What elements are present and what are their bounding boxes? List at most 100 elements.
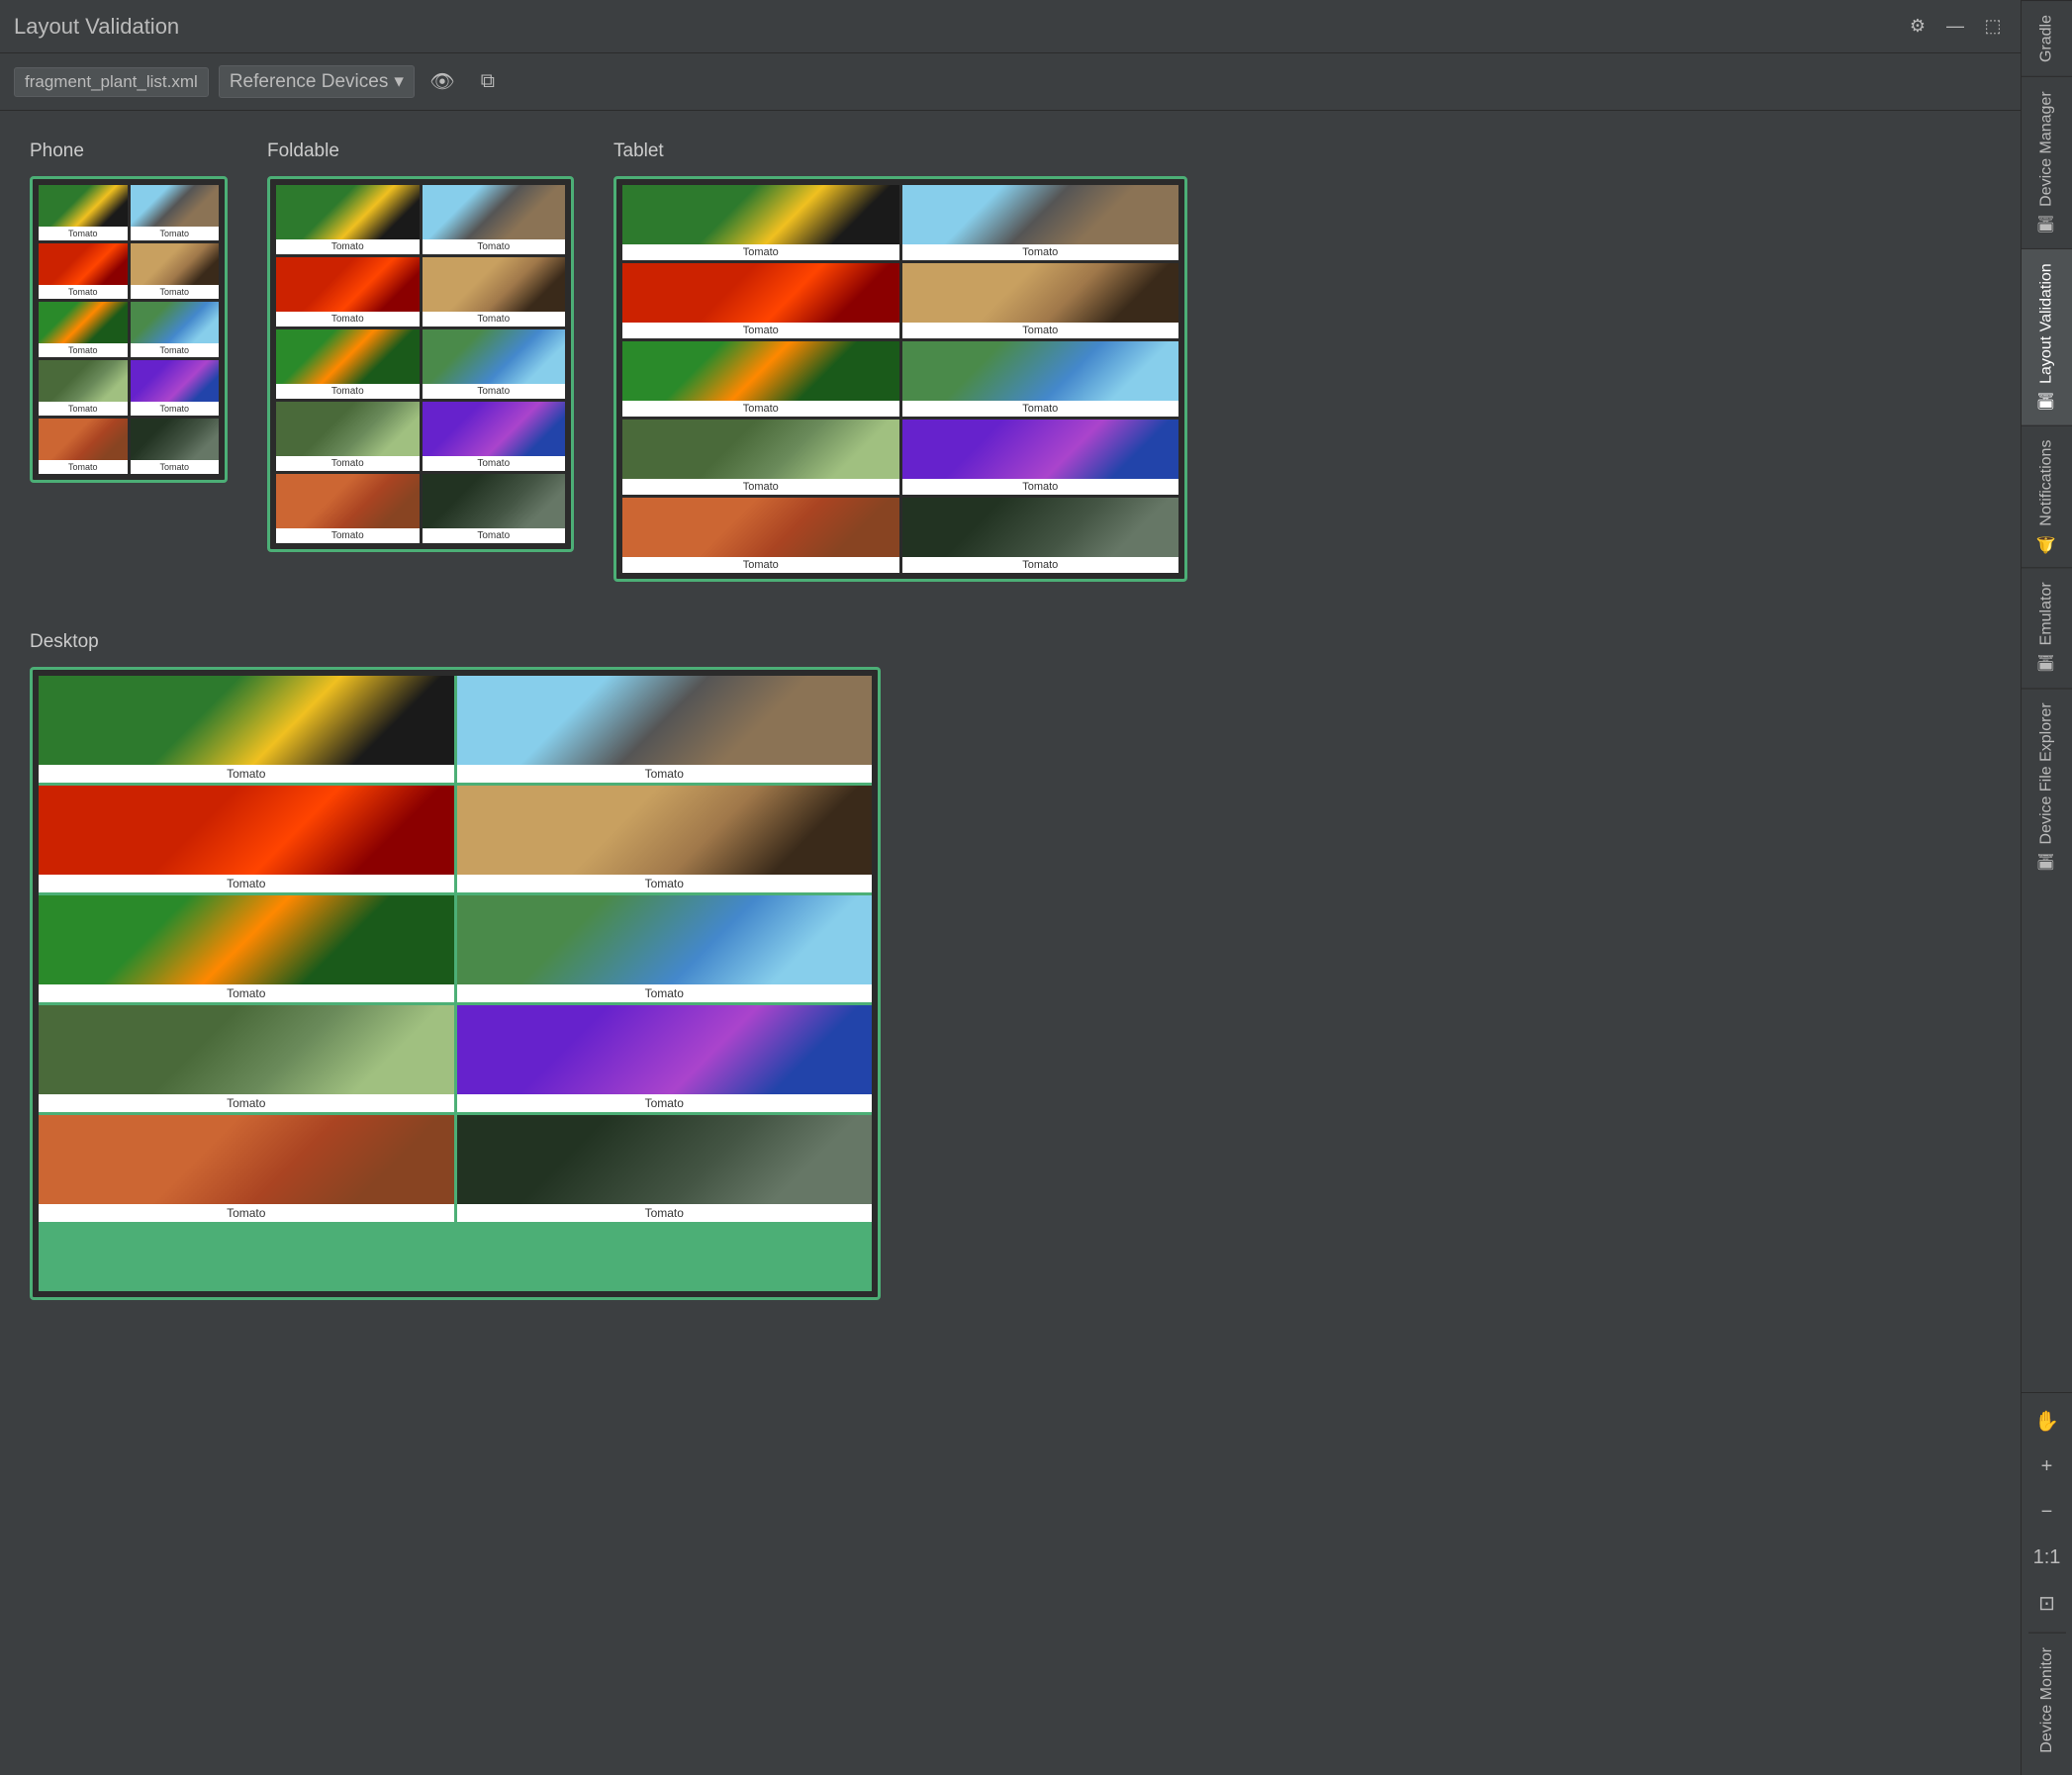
- plant-list-item: Tomato: [622, 498, 899, 573]
- zoom-out-btn[interactable]: −: [2027, 1492, 2067, 1532]
- plant-image: [131, 302, 220, 343]
- sidebar-tab-device-monitor[interactable]: Device Monitor: [2028, 1633, 2066, 1767]
- emulator-tab-label: Emulator: [2038, 582, 2056, 645]
- plant-list-item: Tomato: [902, 185, 1179, 260]
- hand-tool-btn[interactable]: ✋: [2027, 1401, 2067, 1441]
- plant-list-item: Tomato: [622, 185, 899, 260]
- plant-image: [131, 185, 220, 227]
- plant-list-item: Tomato: [622, 341, 899, 417]
- plant-name-label: Tomato: [39, 227, 128, 240]
- plant-name-label: Tomato: [457, 875, 873, 892]
- dropdown-chevron-icon: ▾: [394, 70, 404, 93]
- plant-image: [902, 420, 1179, 479]
- plant-list-item: Tomato: [131, 185, 220, 240]
- desktop-grid: TomatoTomatoTomatoTomatoTomatoTomatoToma…: [39, 676, 872, 1291]
- plant-image: [423, 185, 566, 239]
- plant-image: [423, 257, 566, 312]
- plant-name-label: Tomato: [276, 312, 420, 327]
- foldable-frame: TomatoTomatoTomatoTomatoTomatoTomatoToma…: [267, 176, 574, 552]
- plant-name-label: Tomato: [622, 557, 899, 573]
- plant-image: [622, 185, 899, 244]
- file-explorer-tab-label: Device File Explorer: [2038, 702, 2056, 844]
- plant-image: [423, 474, 566, 528]
- file-tab[interactable]: fragment_plant_list.xml: [14, 67, 209, 97]
- app-title: Layout Validation: [14, 14, 179, 40]
- zoom-in-btn[interactable]: +: [2027, 1447, 2067, 1486]
- phone-grid: TomatoTomatoTomatoTomatoTomatoTomatoToma…: [39, 185, 219, 474]
- plant-list-item: Tomato: [622, 263, 899, 338]
- plant-image: [902, 341, 1179, 401]
- plant-image: [39, 302, 128, 343]
- plant-image: [457, 1115, 873, 1204]
- plant-list-item: Tomato: [39, 1005, 454, 1112]
- layout-validation-tab-icon: 🖥: [2037, 391, 2056, 411]
- sidebar-tab-grade[interactable]: Gradle: [2022, 0, 2072, 76]
- plant-name-label: Tomato: [39, 875, 454, 892]
- plant-name-label: Tomato: [902, 401, 1179, 417]
- plant-image: [39, 676, 454, 765]
- title-bar-icons: ⚙ — ⬚: [1904, 13, 2007, 41]
- plant-list-item: Tomato: [39, 786, 454, 892]
- phone-frame: TomatoTomatoTomatoTomatoTomatoTomatoToma…: [30, 176, 228, 483]
- navigate-icon[interactable]: ⬚: [1979, 13, 2007, 41]
- plant-list-item: Tomato: [457, 1005, 873, 1112]
- preview-icon-btn[interactable]: 👁: [424, 64, 460, 100]
- bottom-tools: ✋ + − 1:1 ⊡ Device Monitor: [2022, 1392, 2072, 1775]
- plant-name-label: Tomato: [457, 984, 873, 1002]
- reference-devices-dropdown[interactable]: Reference Devices ▾: [219, 65, 415, 98]
- desktop-frame: TomatoTomatoTomatoTomatoTomatoTomatoToma…: [30, 667, 881, 1300]
- sidebar-tab-device-manager[interactable]: 🖥 Device Manager: [2022, 76, 2072, 248]
- sidebar-tab-emulator[interactable]: 🖥 Emulator: [2022, 567, 2072, 687]
- tablet-frame: TomatoTomatoTomatoTomatoTomatoTomatoToma…: [613, 176, 1187, 582]
- plant-list-item: Tomato: [902, 263, 1179, 338]
- plant-list-item: Tomato: [39, 185, 128, 240]
- sidebar-tab-file-explorer[interactable]: 🖥 Device File Explorer: [2022, 688, 2072, 886]
- plant-image: [423, 329, 566, 384]
- plant-name-label: Tomato: [276, 528, 420, 543]
- one-to-one-btn[interactable]: 1:1: [2027, 1538, 2067, 1577]
- plant-image: [39, 419, 128, 460]
- plant-name-label: Tomato: [276, 456, 420, 471]
- plant-image: [457, 786, 873, 875]
- plant-name-label: Tomato: [131, 343, 220, 357]
- plant-list-item: Tomato: [423, 474, 566, 543]
- sidebar-tab-layout-validation[interactable]: 🖥 Layout Validation: [2022, 248, 2072, 425]
- desktop-label: Desktop: [30, 631, 881, 653]
- sidebar-tab-notifications[interactable]: 🔔 Notifications: [2022, 425, 2072, 568]
- plant-image: [39, 1005, 454, 1094]
- plant-list-item: Tomato: [131, 243, 220, 299]
- plant-image: [457, 895, 873, 984]
- plant-list-item: Tomato: [423, 185, 566, 254]
- right-sidebar: Gradle 🖥 Device Manager 🖥 Layout Validat…: [2021, 0, 2072, 1775]
- plant-image: [902, 498, 1179, 557]
- copy-icon-btn[interactable]: ⧉: [470, 64, 506, 100]
- emulator-tab-icon: 🖥: [2037, 653, 2056, 673]
- plant-name-label: Tomato: [622, 244, 899, 260]
- plant-image: [276, 329, 420, 384]
- plant-image: [457, 676, 873, 765]
- plant-name-label: Tomato: [423, 312, 566, 327]
- plant-image: [39, 243, 128, 285]
- plant-list-item: Tomato: [423, 329, 566, 399]
- plant-list-item: Tomato: [423, 402, 566, 471]
- device-monitor-tab-label: Device Monitor: [2038, 1647, 2056, 1753]
- plant-name-label: Tomato: [457, 1204, 873, 1222]
- toolbar: fragment_plant_list.xml Reference Device…: [0, 53, 2021, 111]
- minimize-icon[interactable]: —: [1941, 13, 1969, 41]
- plant-image: [902, 185, 1179, 244]
- plant-name-label: Tomato: [622, 323, 899, 338]
- plant-name-label: Tomato: [622, 479, 899, 495]
- plant-list-item: Tomato: [39, 360, 128, 416]
- plant-image: [902, 263, 1179, 323]
- phone-label: Phone: [30, 140, 228, 162]
- phone-section: Phone TomatoTomatoTomatoTomatoTomatoToma…: [30, 140, 228, 483]
- desktop-section: Desktop TomatoTomatoTomatoTomatoTomatoTo…: [30, 631, 881, 1300]
- plant-image: [131, 360, 220, 402]
- plant-name-label: Tomato: [39, 402, 128, 416]
- fit-btn[interactable]: ⊡: [2027, 1583, 2067, 1623]
- plant-name-label: Tomato: [39, 285, 128, 299]
- plant-list-item: Tomato: [131, 360, 220, 416]
- plant-list-item: Tomato: [276, 402, 420, 471]
- plant-name-label: Tomato: [423, 239, 566, 254]
- settings-icon[interactable]: ⚙: [1904, 13, 1931, 41]
